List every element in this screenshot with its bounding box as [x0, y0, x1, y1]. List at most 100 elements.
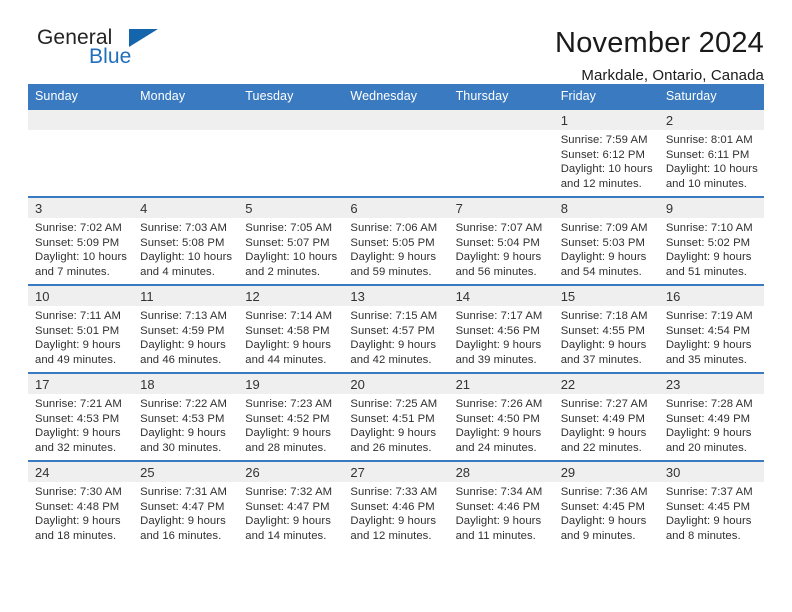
day-number: 4	[133, 198, 239, 218]
location-subtitle: Markdale, Ontario, Canada	[581, 67, 764, 84]
calendar-day-cell[interactable]: 2 Sunrise: 8:01 AM Sunset: 6:11 PM Daylight…	[658, 108, 764, 197]
day-detail-line: and 12 minutes.	[350, 529, 432, 542]
calendar-day-cell[interactable]: 8 Sunrise: 7:09 AM Sunset: 5:03 PM Daylight…	[553, 196, 659, 285]
day-detail-line: Sunset: 5:05 PM	[350, 236, 435, 249]
calendar-table: Sunday Monday Tuesday Wednesday Thursday…	[28, 84, 764, 549]
calendar-day-cell[interactable]: 5 Sunrise: 7:05 AM Sunset: 5:07 PM Daylight…	[238, 196, 344, 285]
day-detail-line: Sunrise: 7:34 AM	[455, 486, 543, 498]
day-number: 9	[658, 198, 764, 218]
day-detail-line: and 54 minutes.	[560, 265, 642, 278]
day-detail-line: Sunset: 4:57 PM	[350, 324, 435, 337]
calendar-day-cell[interactable]: 30 Sunrise: 7:37 AM Sunset: 4:45 PM Dayligh…	[658, 460, 764, 549]
day-number: 24	[28, 462, 134, 482]
day-detail-line: and 51 minutes.	[665, 265, 747, 278]
day-detail-line: Daylight: 10 hours	[665, 163, 758, 176]
day-number: 15	[553, 286, 659, 306]
day-detail-line: Daylight: 9 hours	[350, 339, 437, 352]
day-detail-line: and 26 minutes.	[350, 441, 432, 454]
calendar-day-cell[interactable]: 6 Sunrise: 7:06 AM Sunset: 5:05 PM Daylight…	[343, 196, 449, 285]
day-details: Sunrise: 7:13 AM Sunset: 4:59 PM Daylight:…	[133, 306, 238, 367]
calendar-day-cell[interactable]: 24 Sunrise: 7:30 AM Sunset: 4:48 PM Dayligh…	[28, 460, 134, 549]
day-detail-line: and 37 minutes.	[560, 353, 642, 366]
day-detail-line: Sunset: 4:59 PM	[140, 324, 225, 337]
calendar-day-cell[interactable]: 28 Sunrise: 7:34 AM Sunset: 4:46 PM Dayligh…	[448, 460, 554, 549]
day-detail-line: Sunset: 4:47 PM	[245, 500, 330, 513]
day-number: 12	[238, 286, 344, 306]
day-detail-line: Sunset: 4:49 PM	[560, 412, 645, 425]
day-detail-line: Sunrise: 7:25 AM	[350, 398, 438, 410]
day-number: 11	[133, 286, 239, 306]
day-detail-line: Sunset: 5:07 PM	[245, 236, 330, 249]
day-details: Sunrise: 7:30 AM Sunset: 4:48 PM Daylight:…	[28, 482, 133, 543]
calendar-day-cell[interactable]: 20 Sunrise: 7:25 AM Sunset: 4:51 PM Dayligh…	[343, 372, 449, 461]
day-detail-line: Sunrise: 7:28 AM	[665, 398, 753, 410]
day-detail-line: Sunset: 4:56 PM	[455, 324, 540, 337]
calendar-day-cell[interactable]: 16 Sunrise: 7:19 AM Sunset: 4:54 PM Dayligh…	[658, 284, 764, 373]
calendar-empty-cell	[448, 108, 554, 197]
calendar-week-row: 1 Sunrise: 7:59 AM Sunset: 6:12 PM Daylight…	[28, 108, 764, 197]
day-detail-line: Sunset: 4:46 PM	[350, 500, 435, 513]
calendar-day-cell[interactable]: 26 Sunrise: 7:32 AM Sunset: 4:47 PM Dayligh…	[238, 460, 344, 549]
calendar-day-cell[interactable]: 12 Sunrise: 7:14 AM Sunset: 4:58 PM Dayligh…	[238, 284, 344, 373]
day-details: Sunrise: 7:10 AM Sunset: 5:02 PM Daylight:…	[659, 218, 764, 279]
calendar-day-cell[interactable]: 10 Sunrise: 7:11 AM Sunset: 5:01 PM Dayligh…	[28, 284, 134, 373]
day-detail-line: and 59 minutes.	[350, 265, 432, 278]
calendar-day-cell[interactable]: 11 Sunrise: 7:13 AM Sunset: 4:59 PM Dayligh…	[133, 284, 239, 373]
day-detail-line: Sunrise: 7:15 AM	[350, 310, 438, 322]
day-detail-line: Daylight: 9 hours	[665, 339, 752, 352]
day-detail-line: and 10 minutes.	[665, 177, 747, 190]
day-detail-line: Sunset: 5:08 PM	[140, 236, 225, 249]
calendar-day-cell[interactable]: 22 Sunrise: 7:27 AM Sunset: 4:49 PM Dayligh…	[553, 372, 659, 461]
day-detail-line: Sunset: 5:02 PM	[665, 236, 751, 249]
day-details: Sunrise: 7:18 AM Sunset: 4:55 PM Daylight:…	[554, 306, 659, 367]
day-detail-line: and 28 minutes.	[245, 441, 327, 454]
day-detail-line: Daylight: 9 hours	[350, 515, 437, 528]
calendar-day-cell[interactable]: 21 Sunrise: 7:26 AM Sunset: 4:50 PM Dayligh…	[448, 372, 554, 461]
day-detail-line: Daylight: 9 hours	[455, 339, 542, 352]
day-number: 20	[343, 374, 449, 394]
day-number: 5	[238, 198, 344, 218]
day-detail-line: Sunrise: 7:11 AM	[35, 310, 121, 322]
calendar-day-cell[interactable]: 27 Sunrise: 7:33 AM Sunset: 4:46 PM Dayligh…	[343, 460, 449, 549]
day-detail-line: and 2 minutes.	[245, 265, 321, 278]
day-number: 21	[448, 374, 554, 394]
calendar-day-cell[interactable]: 13 Sunrise: 7:15 AM Sunset: 4:57 PM Dayligh…	[343, 284, 449, 373]
calendar-day-cell[interactable]: 3 Sunrise: 7:02 AM Sunset: 5:09 PM Daylight…	[28, 196, 134, 285]
day-detail-line: Sunset: 4:54 PM	[665, 324, 751, 337]
calendar-day-cell[interactable]: 14 Sunrise: 7:17 AM Sunset: 4:56 PM Dayligh…	[448, 284, 554, 373]
day-detail-line: Daylight: 9 hours	[560, 251, 647, 264]
calendar-day-cell[interactable]: 1 Sunrise: 7:59 AM Sunset: 6:12 PM Daylight…	[553, 108, 659, 197]
day-number: 22	[553, 374, 659, 394]
day-detail-line: Sunrise: 7:19 AM	[665, 310, 753, 322]
calendar-day-cell[interactable]: 19 Sunrise: 7:23 AM Sunset: 4:52 PM Dayligh…	[238, 372, 344, 461]
day-number: 23	[658, 374, 764, 394]
day-number: 10	[28, 286, 134, 306]
calendar-day-cell[interactable]: 9 Sunrise: 7:10 AM Sunset: 5:02 PM Daylight…	[658, 196, 764, 285]
calendar-empty-cell	[238, 108, 344, 197]
calendar-day-cell[interactable]: 7 Sunrise: 7:07 AM Sunset: 5:04 PM Daylight…	[448, 196, 554, 285]
calendar-day-cell[interactable]: 15 Sunrise: 7:18 AM Sunset: 4:55 PM Dayligh…	[553, 284, 659, 373]
calendar-day-cell[interactable]: 23 Sunrise: 7:28 AM Sunset: 4:49 PM Dayligh…	[658, 372, 764, 461]
day-detail-line: and 24 minutes.	[455, 441, 537, 454]
day-detail-line: Sunrise: 7:17 AM	[455, 310, 543, 322]
day-detail-line: and 49 minutes.	[35, 353, 117, 366]
calendar-day-cell[interactable]: 25 Sunrise: 7:31 AM Sunset: 4:47 PM Dayligh…	[133, 460, 239, 549]
day-detail-line: Sunset: 4:45 PM	[560, 500, 645, 513]
day-detail-line: Daylight: 9 hours	[245, 515, 331, 528]
day-detail-line: and 14 minutes.	[245, 529, 327, 542]
calendar-empty-cell	[133, 108, 239, 197]
calendar-day-cell[interactable]: 17 Sunrise: 7:21 AM Sunset: 4:53 PM Dayligh…	[28, 372, 134, 461]
day-detail-line: and 4 minutes.	[140, 265, 215, 278]
day-details: Sunrise: 7:23 AM Sunset: 4:52 PM Daylight:…	[238, 394, 343, 455]
weekday-header-monday: Monday	[133, 84, 239, 109]
day-detail-line: Daylight: 10 hours	[245, 251, 338, 264]
weekday-header-row: Sunday Monday Tuesday Wednesday Thursday…	[28, 84, 764, 109]
day-detail-line: and 16 minutes.	[140, 529, 222, 542]
calendar-day-cell[interactable]: 29 Sunrise: 7:36 AM Sunset: 4:45 PM Dayligh…	[553, 460, 659, 549]
day-detail-line: Daylight: 9 hours	[350, 251, 437, 264]
calendar-day-cell[interactable]: 18 Sunrise: 7:22 AM Sunset: 4:53 PM Dayligh…	[133, 372, 239, 461]
day-detail-line: Sunrise: 7:14 AM	[245, 310, 333, 322]
calendar-day-cell[interactable]: 4 Sunrise: 7:03 AM Sunset: 5:08 PM Daylight…	[133, 196, 239, 285]
day-detail-line: and 7 minutes.	[35, 265, 110, 278]
day-number	[343, 110, 449, 130]
